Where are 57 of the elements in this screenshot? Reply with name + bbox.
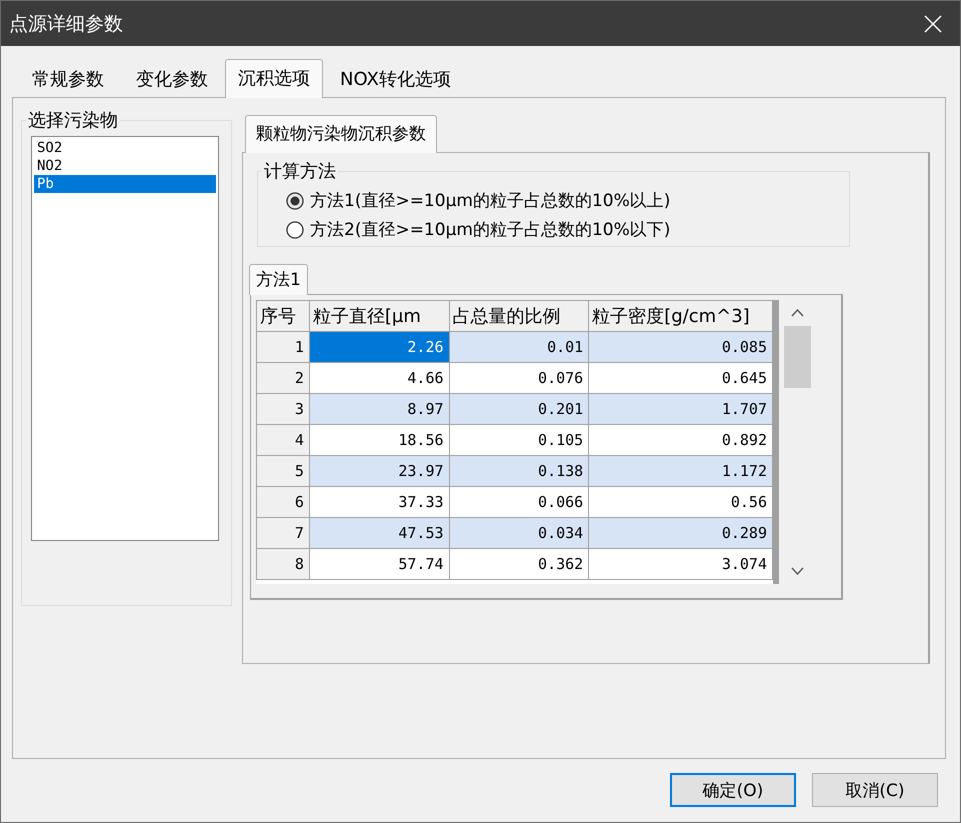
table-cell[interactable]: 1.707 <box>588 394 772 424</box>
list-item[interactable]: NO2 <box>34 157 216 175</box>
table-cell[interactable]: 0.201 <box>449 394 589 424</box>
list-item[interactable]: Pb <box>34 175 216 193</box>
table-cell[interactable]: 0.56 <box>588 486 772 518</box>
table-cell[interactable]: 0.01 <box>449 332 589 362</box>
table-cell[interactable]: 23.97 <box>309 456 450 486</box>
radio-option[interactable]: 方法1(直径>=10μm的粒子占总数的10%以上) <box>286 189 670 212</box>
table-cell[interactable]: 37.33 <box>309 486 450 518</box>
column-header[interactable]: 粒子直径[μm <box>309 300 450 332</box>
row-number: 7 <box>256 518 310 548</box>
radio-icon[interactable] <box>286 220 304 238</box>
table-cell[interactable]: 0.034 <box>449 518 589 548</box>
pollutant-list[interactable]: SO2 NO2 Pb <box>31 136 219 541</box>
table-cell[interactable]: 47.53 <box>309 518 450 548</box>
table-cell[interactable]: 0.289 <box>588 518 772 548</box>
tab[interactable]: 常规参数 <box>17 62 119 97</box>
table-cell[interactable]: 0.076 <box>449 362 589 394</box>
window-title: 点源详细参数 <box>9 12 123 36</box>
dialog-button[interactable]: 确定(O) <box>670 773 796 807</box>
scroll-thumb[interactable] <box>784 326 811 388</box>
group-title: 计算方法 <box>263 160 337 183</box>
tab[interactable]: 沉积选项 <box>225 59 323 98</box>
table-cell[interactable]: 0.138 <box>449 456 589 486</box>
list-item[interactable]: SO2 <box>34 139 216 157</box>
row-number: 8 <box>256 548 310 580</box>
table-cell[interactable]: 4.66 <box>309 362 450 394</box>
table-cell[interactable]: 57.74 <box>309 548 450 580</box>
tab[interactable]: 方法1 <box>249 264 308 295</box>
row-number: 1 <box>256 332 310 362</box>
table-cell[interactable]: 0.892 <box>588 424 772 456</box>
table-cell[interactable]: 1.172 <box>588 456 772 486</box>
table-cell[interactable]: 0.645 <box>588 362 772 394</box>
row-number: 3 <box>256 394 310 424</box>
row-number: 2 <box>256 362 310 394</box>
dialog-button[interactable]: 取消(C) <box>812 773 938 807</box>
tab[interactable]: 变化参数 <box>121 62 223 97</box>
column-header[interactable]: 粒子密度[g/cm^3] <box>588 300 772 332</box>
column-header[interactable]: 占总量的比例 <box>449 300 589 332</box>
group-title: 选择污染物 <box>27 109 119 132</box>
table-cell[interactable]: 3.074 <box>588 548 772 580</box>
row-number: 5 <box>256 456 310 486</box>
table-cell[interactable]: 18.56 <box>309 424 450 456</box>
column-header[interactable]: 序号 <box>256 300 310 332</box>
table-cell[interactable]: 0.066 <box>449 486 589 518</box>
table-cell[interactable]: 0.362 <box>449 548 589 580</box>
table-cell[interactable]: 8.97 <box>309 394 450 424</box>
tab[interactable]: NOX转化选项 <box>325 62 466 97</box>
tab[interactable]: 颗粒物污染物沉积参数 <box>245 115 437 153</box>
table-cell[interactable]: 0.085 <box>588 332 772 362</box>
close-icon[interactable] <box>924 14 942 32</box>
row-number: 6 <box>256 486 310 518</box>
row-number: 4 <box>256 424 310 456</box>
table-cell[interactable]: 2.26 <box>309 332 450 362</box>
radio-option[interactable]: 方法2(直径>=10μm的粒子占总数的10%以下) <box>286 218 670 241</box>
table-cell[interactable]: 0.105 <box>449 424 589 456</box>
radio-icon[interactable] <box>286 192 304 210</box>
